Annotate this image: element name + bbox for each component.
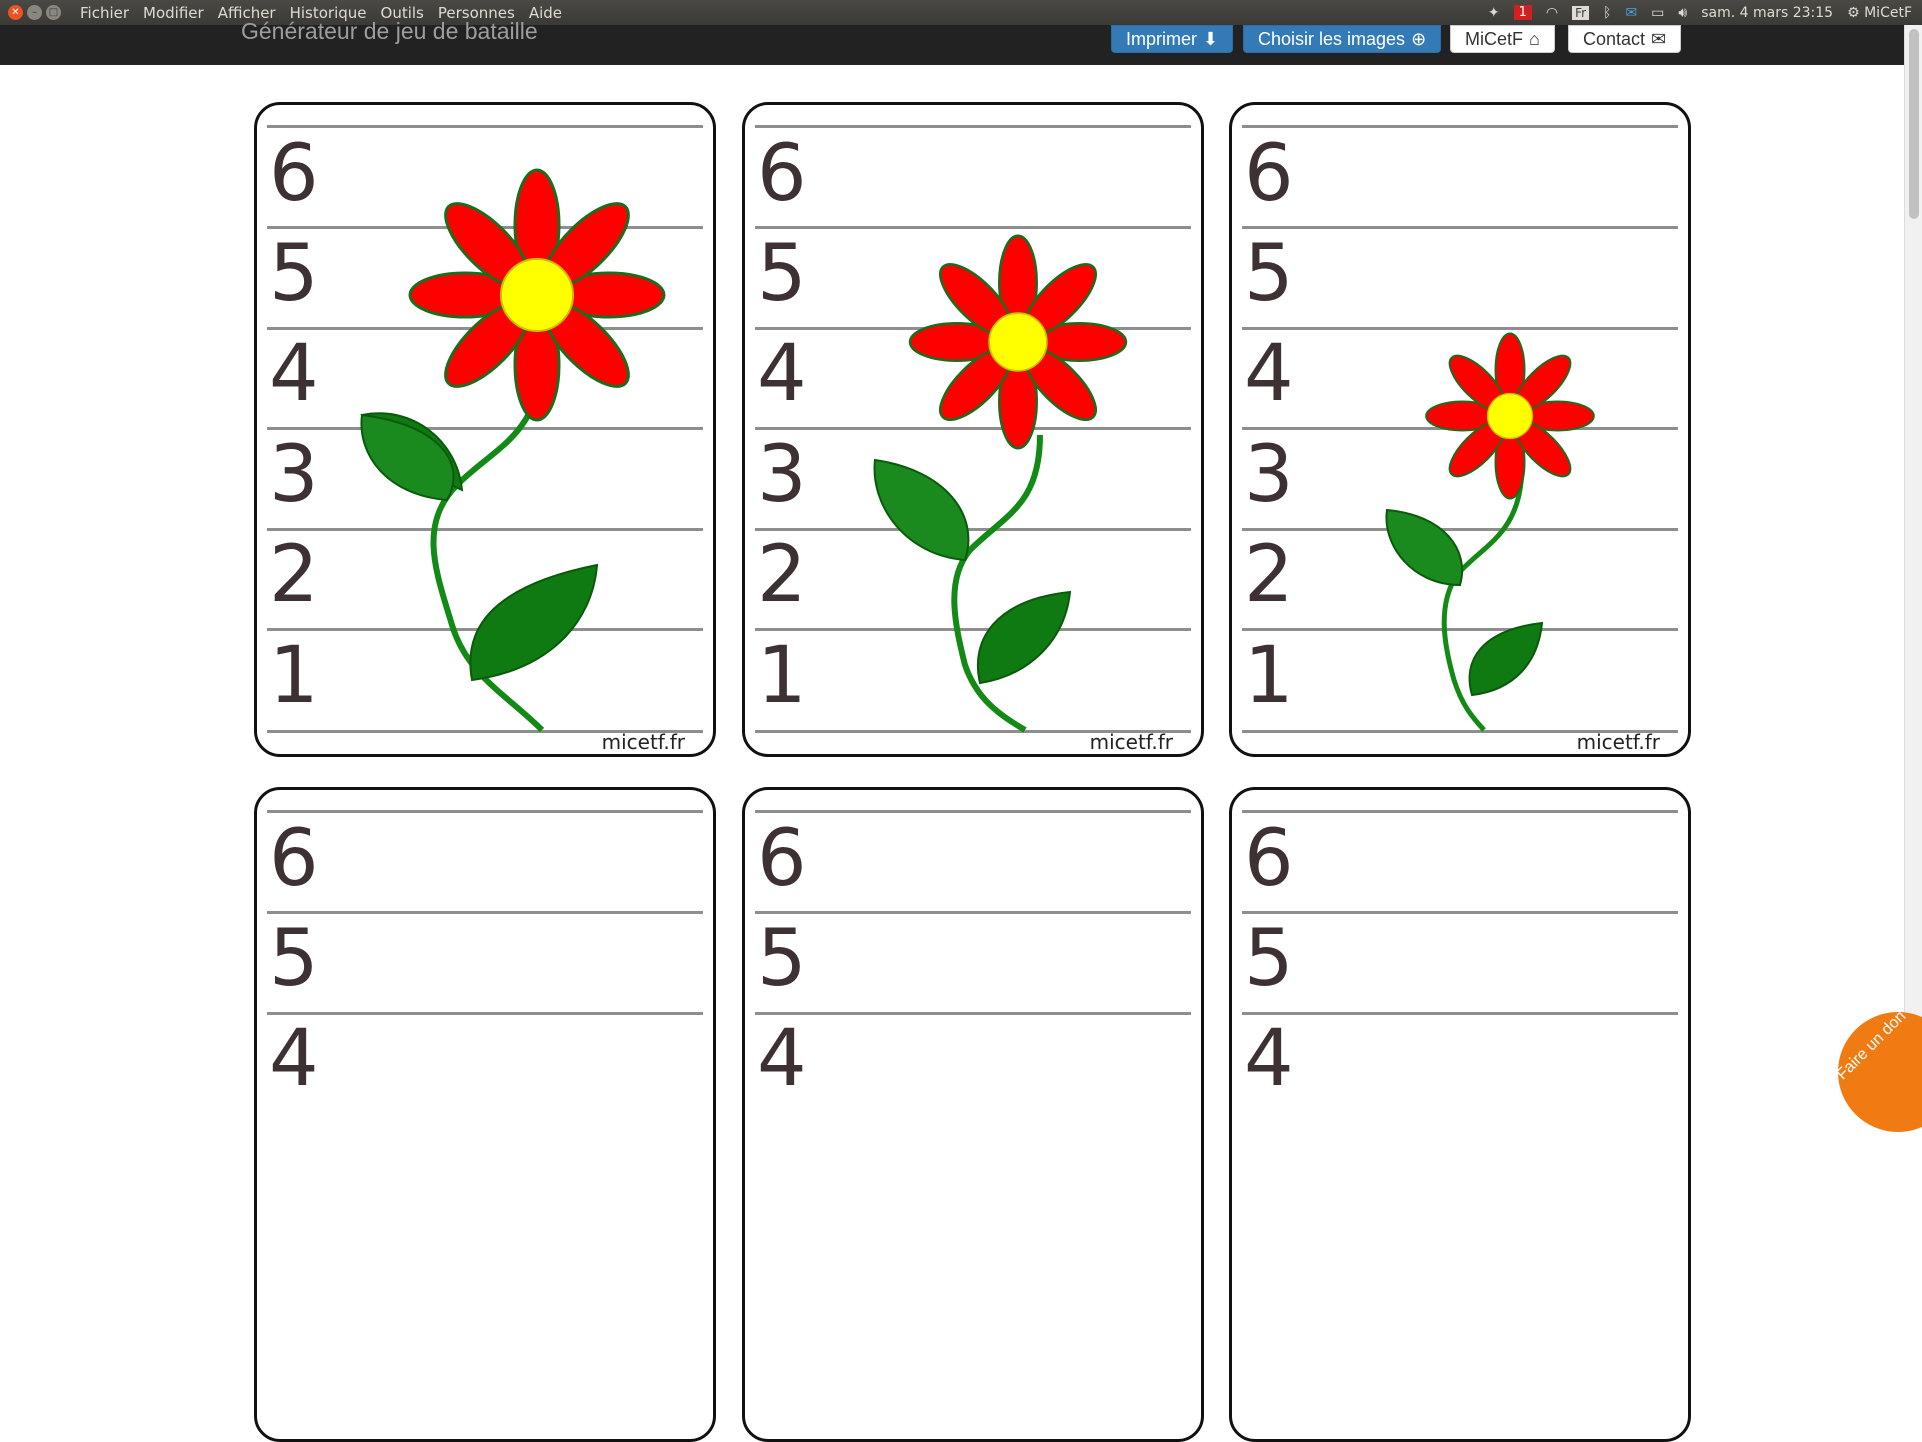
- upload-circle-icon: ⊕: [1411, 28, 1427, 49]
- wifi-icon[interactable]: ◠: [1546, 5, 1558, 21]
- home-button-label: MiCetF: [1465, 28, 1523, 49]
- download-icon: ⬇: [1203, 28, 1219, 49]
- brand-label: micetf.fr: [1576, 730, 1660, 754]
- card: 6 5 4 3 2 1 micetf.fr: [1229, 102, 1691, 757]
- page-title[interactable]: Générateur de jeu de bataille: [241, 18, 538, 45]
- flower-image: [873, 234, 1128, 733]
- app-navbar: Générateur de jeu de bataille Imprimer ⬇…: [0, 18, 1922, 65]
- brand-label: micetf.fr: [601, 730, 685, 754]
- row-number: 6: [1244, 814, 1294, 904]
- row-number: 5: [269, 914, 319, 1004]
- row-divider: [1242, 1012, 1678, 1015]
- print-button-label: Imprimer: [1126, 28, 1197, 49]
- row-divider: [755, 1012, 1191, 1015]
- row-number: 5: [757, 914, 807, 1004]
- page-scrollbar[interactable]: ▼: [1904, 25, 1922, 1082]
- card: 6 5 4: [1229, 787, 1691, 1442]
- clock[interactable]: sam. 4 mars 23:15: [1701, 5, 1833, 21]
- close-window-button[interactable]: ✕: [8, 5, 23, 20]
- cards-area: 6 5 4 3 2 1 micetf.fr 6 5 4 3 2 1 micetf…: [0, 65, 1904, 1442]
- row-divider: [267, 911, 703, 914]
- keyboard-layout-indicator[interactable]: Fr: [1572, 5, 1590, 20]
- row-divider: [267, 1012, 703, 1015]
- card: 6 5 4 3 2 1 micetf.fr: [254, 102, 716, 757]
- menu-item-fichier[interactable]: Fichier: [73, 4, 136, 22]
- session-menu[interactable]: ⚙ MiCetF: [1847, 5, 1912, 21]
- row-divider: [755, 810, 1191, 813]
- row-divider: [755, 911, 1191, 914]
- choose-images-button[interactable]: Choisir les images ⊕: [1243, 25, 1442, 53]
- row-number: 4: [757, 1014, 807, 1104]
- row-divider: [267, 810, 703, 813]
- user-name: MiCetF: [1864, 4, 1912, 21]
- menu-item-modifier[interactable]: Modifier: [136, 4, 211, 22]
- system-tray: ✦ 1 ◠ Fr ᛒ ✉ ▭ 🔊︎ sam. 4 mars 23:15 ⚙ Mi…: [1488, 5, 1922, 21]
- print-button[interactable]: Imprimer ⬇: [1111, 25, 1234, 53]
- mail-icon[interactable]: ✉: [1625, 5, 1637, 21]
- contact-button-label: Contact: [1583, 28, 1646, 49]
- row-number: 4: [1244, 1014, 1294, 1104]
- home-icon: ⌂: [1529, 28, 1540, 49]
- volume-icon[interactable]: 🔊︎: [1678, 5, 1687, 21]
- maximize-window-button[interactable]: □: [46, 5, 61, 20]
- contact-button[interactable]: Contact ✉: [1568, 25, 1682, 53]
- brand-label: micetf.fr: [1089, 730, 1173, 754]
- card: 6 5 4: [254, 787, 716, 1442]
- row-divider: [1242, 810, 1678, 813]
- choose-images-button-label: Choisir les images: [1258, 28, 1406, 49]
- gear-icon: ⚙: [1847, 4, 1860, 21]
- card: 6 5 4 3 2 1 micetf.fr: [742, 102, 1204, 757]
- bluetooth-icon[interactable]: ᛒ: [1603, 5, 1611, 21]
- envelope-icon: ✉: [1651, 28, 1667, 49]
- scrollbar-thumb[interactable]: [1909, 29, 1919, 219]
- row-number: 4: [269, 1014, 319, 1104]
- notification-badge[interactable]: 1: [1513, 5, 1532, 20]
- card: 6 5 4: [742, 787, 1204, 1442]
- dropbox-icon[interactable]: ✦: [1488, 5, 1500, 21]
- flower-image: [360, 168, 666, 733]
- window-controls: ✕ – □: [8, 5, 61, 20]
- minimize-window-button[interactable]: –: [27, 5, 42, 20]
- row-number: 6: [269, 814, 319, 904]
- row-number: 5: [1244, 914, 1294, 1004]
- battery-icon[interactable]: ▭: [1651, 5, 1664, 21]
- flower-image: [1385, 332, 1595, 732]
- row-number: 6: [757, 814, 807, 904]
- row-divider: [1242, 911, 1678, 914]
- home-button[interactable]: MiCetF ⌂: [1450, 25, 1555, 53]
